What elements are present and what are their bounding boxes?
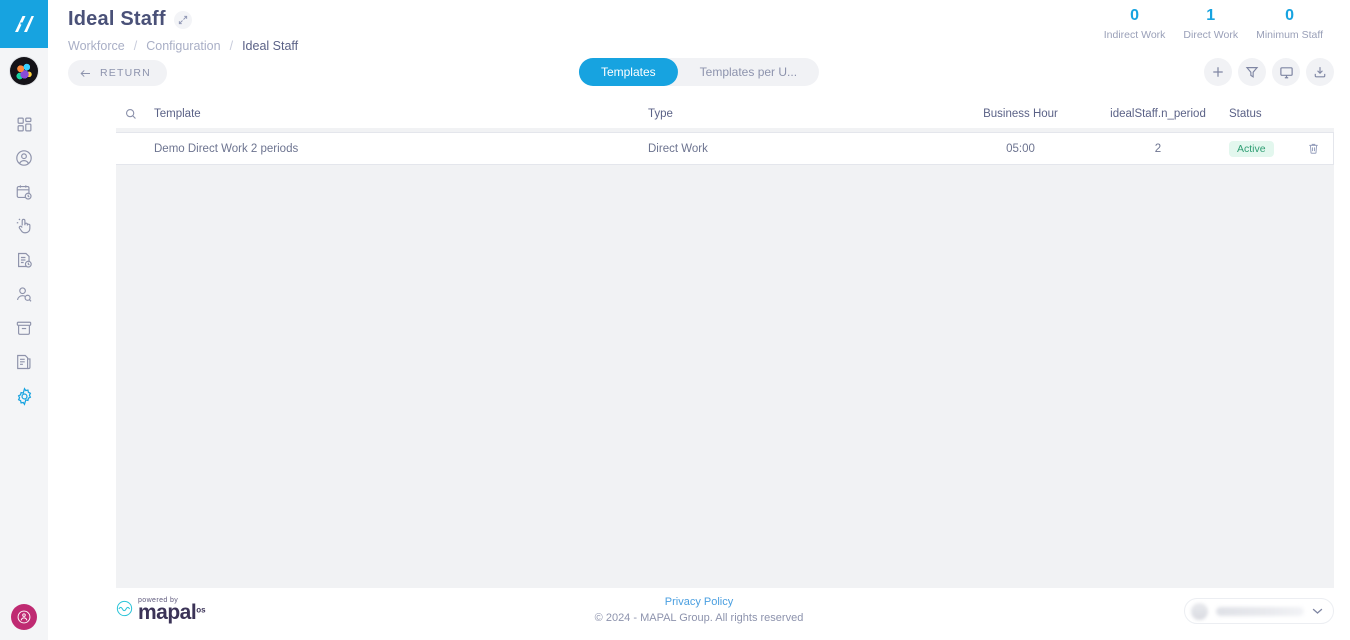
column-header-type[interactable]: Type — [648, 108, 948, 120]
flag-icon — [1191, 602, 1208, 620]
sidebar-item-timesheets[interactable] — [0, 243, 48, 277]
sidebar-item-schedules[interactable] — [0, 175, 48, 209]
stat-label: Minimum Staff — [1256, 29, 1323, 41]
expand-edit-icon[interactable] — [173, 10, 192, 29]
sidebar-item-archive[interactable] — [0, 311, 48, 345]
column-header-status[interactable]: Status — [1223, 108, 1294, 120]
sidebar-item-reports[interactable] — [0, 345, 48, 379]
table-body: Demo Direct Work 2 periods Direct Work 0… — [116, 128, 1334, 588]
copyright-text: © 2024 - MAPAL Group. All rights reserve… — [594, 612, 804, 624]
sidebar-item-profile[interactable] — [0, 141, 48, 175]
stat-label: Direct Work — [1183, 29, 1239, 41]
sidebar-item-configuration[interactable] — [0, 379, 48, 413]
avatar[interactable] — [10, 57, 38, 85]
stat-value: 1 — [1206, 7, 1216, 24]
main-content: Ideal Staff Workforce / Configuration / … — [48, 0, 1350, 640]
stat-label: Indirect Work — [1103, 29, 1166, 41]
footer-center: Privacy Policy © 2024 - MAPAL Group. All… — [48, 596, 1350, 624]
stat-value: 0 — [1130, 7, 1140, 24]
sidebar-item-dashboard[interactable] — [0, 107, 48, 141]
status-badge: Active — [1229, 140, 1274, 157]
breadcrumb-item-ideal-staff: Ideal Staff — [242, 39, 299, 53]
cell-type: Direct Work — [648, 142, 708, 155]
stat-value: 0 — [1285, 7, 1294, 24]
add-icon[interactable] — [1204, 58, 1232, 86]
sidebar-nav — [0, 107, 48, 413]
breadcrumb-item-workforce[interactable]: Workforce — [68, 39, 125, 53]
stat-direct-work: 1 Direct Work — [1174, 6, 1247, 41]
display-icon[interactable] — [1272, 58, 1300, 86]
stat-minimum-staff: 0 Minimum Staff — [1247, 6, 1332, 41]
tab-templates[interactable]: Templates — [578, 58, 678, 86]
app-root: Ideal Staff Workforce / Configuration / … — [0, 0, 1350, 640]
language-value — [1216, 606, 1304, 616]
breadcrumb: Workforce / Configuration / Ideal Staff — [68, 39, 1350, 53]
filter-icon[interactable] — [1238, 58, 1266, 86]
arrow-left-icon — [80, 69, 91, 78]
column-header-n-period[interactable]: idealStaff.n_period — [1093, 108, 1223, 120]
privacy-policy-link[interactable]: Privacy Policy — [48, 596, 1350, 608]
sidebar — [0, 0, 48, 640]
sidebar-item-clocking[interactable] — [0, 209, 48, 243]
cell-business-hour: 05:00 — [1006, 142, 1035, 155]
breadcrumb-separator: / — [133, 39, 138, 53]
table-header-row: Template Type Business Hour idealStaff.n… — [116, 99, 1334, 128]
breadcrumb-separator: / — [229, 39, 234, 53]
cell-n-period: 2 — [1154, 142, 1162, 155]
tab-group: Templates Templates per U... — [578, 58, 820, 86]
stat-indirect-work: 0 Indirect Work — [1095, 6, 1175, 41]
cell-template: Demo Direct Work 2 periods — [154, 142, 299, 155]
table-row[interactable]: Demo Direct Work 2 periods Direct Work 0… — [116, 132, 1334, 165]
download-icon[interactable] — [1306, 58, 1334, 86]
return-button-label: RETURN — [100, 67, 151, 79]
help-badge-icon[interactable] — [11, 604, 37, 630]
page-header: Ideal Staff Workforce / Configuration / … — [48, 0, 1350, 58]
templates-table: Template Type Business Hour idealStaff.n… — [116, 99, 1334, 588]
footer: powered by mapalos Privacy Policy © 2024… — [48, 588, 1350, 640]
column-header-business-hour[interactable]: Business Hour — [948, 108, 1093, 120]
page-title: Ideal Staff — [68, 8, 166, 30]
toolbar: RETURN Templates Templates per U... — [48, 58, 1350, 94]
column-header-template[interactable]: Template — [146, 108, 648, 120]
brand-logo-icon[interactable] — [0, 0, 48, 48]
trash-icon[interactable] — [1307, 142, 1320, 155]
language-selector[interactable] — [1184, 598, 1334, 624]
breadcrumb-item-configuration[interactable]: Configuration — [146, 39, 220, 53]
return-button[interactable]: RETURN — [68, 60, 167, 86]
stats-summary: 0 Indirect Work 1 Direct Work 0 Minimum … — [1095, 6, 1332, 41]
sidebar-item-recruitment[interactable] — [0, 277, 48, 311]
toolbar-icons — [1204, 58, 1334, 86]
cell-status: Active — [1223, 140, 1293, 157]
tab-templates-per-unit[interactable]: Templates per U... — [678, 58, 819, 86]
cell-actions — [1293, 142, 1333, 155]
search-icon[interactable] — [116, 108, 146, 120]
chevron-down-icon — [1312, 607, 1323, 615]
